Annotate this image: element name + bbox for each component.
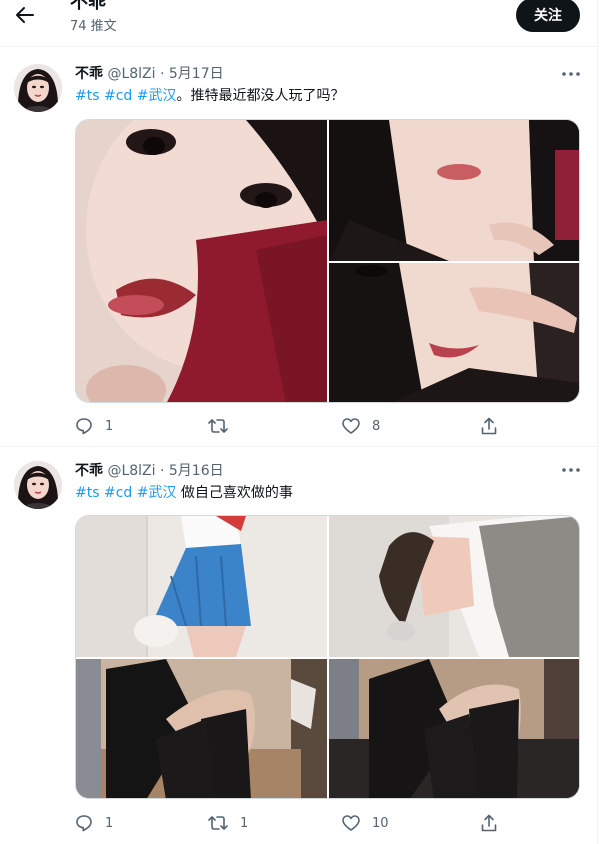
more-button[interactable] (560, 64, 582, 84)
hashtag-link[interactable]: #cd (104, 485, 132, 501)
meta-separator: · (159, 66, 165, 82)
retweet-button[interactable] (208, 416, 240, 436)
more-button[interactable] (560, 460, 582, 480)
tweet-photo[interactable] (329, 659, 579, 798)
heart-icon (342, 815, 360, 831)
share-icon (481, 814, 497, 832)
reply-icon (76, 815, 92, 832)
tweet-text: #ts #cd #武汉。推特最近都没人玩了吗？ (75, 86, 344, 106)
tweet-date[interactable]: 5月16日 (169, 463, 224, 479)
hashtag-link[interactable]: #武汉 (137, 88, 177, 104)
tweet-actions: 1 8 (75, 416, 580, 436)
share-button[interactable] (481, 416, 497, 436)
share-icon (481, 417, 497, 435)
retweet-icon (208, 816, 228, 830)
reply-count: 1 (105, 418, 114, 434)
tweet[interactable]: 不乖 @L8lZi · 5月16日 #ts #cd #武汉 做自己喜欢做的事 1… (0, 448, 597, 844)
reply-button[interactable]: 1 (75, 813, 113, 833)
tweet-photo[interactable] (76, 659, 327, 798)
user-handle[interactable]: @L8lZi (107, 66, 155, 82)
retweet-count: 1 (240, 815, 249, 831)
tweet-photo[interactable] (329, 516, 579, 657)
tweet-photo[interactable] (76, 516, 327, 657)
retweet-button[interactable]: 1 (208, 813, 248, 833)
tweet-body: 做自己喜欢做的事 (176, 485, 293, 501)
like-count: 10 (372, 815, 389, 831)
tweet-photo[interactable] (329, 263, 579, 402)
arrow-left-icon (16, 7, 34, 23)
user-name[interactable]: 不乖 (75, 66, 103, 82)
back-button[interactable] (12, 4, 38, 26)
avatar[interactable] (14, 64, 62, 112)
more-horizontal-icon (562, 468, 580, 472)
tweet-meta: 不乖 @L8lZi · 5月16日 (75, 461, 224, 481)
like-count: 8 (372, 418, 381, 434)
tweet-text: #ts #cd #武汉 做自己喜欢做的事 (75, 483, 293, 503)
avatar[interactable] (14, 461, 62, 509)
tweet-body: 。推特最近都没人玩了吗？ (176, 88, 345, 104)
hashtag-link[interactable]: #cd (104, 88, 132, 104)
tweet-photo[interactable] (76, 120, 327, 402)
user-name[interactable]: 不乖 (75, 463, 103, 479)
tweet-date[interactable]: 5月17日 (169, 66, 224, 82)
tweet-count: 74 推文 (70, 19, 117, 34)
more-horizontal-icon (562, 72, 580, 76)
share-button[interactable] (481, 813, 497, 833)
user-handle[interactable]: @L8lZi (107, 463, 155, 479)
heart-icon (342, 418, 360, 434)
hashtag-link[interactable]: #ts (75, 88, 100, 104)
follow-button[interactable]: 关注 (516, 0, 580, 32)
hashtag-link[interactable]: #武汉 (137, 485, 177, 501)
meta-separator: · (159, 463, 165, 479)
tweet-photo[interactable] (329, 120, 579, 261)
reply-count: 1 (105, 815, 114, 831)
hashtag-link[interactable]: #ts (75, 485, 100, 501)
reply-button[interactable]: 1 (75, 416, 113, 436)
retweet-icon (208, 419, 228, 433)
profile-header: 不乖 74 推文 关注 (0, 0, 597, 47)
tweet-actions: 1 1 10 (75, 813, 580, 833)
like-button[interactable]: 8 (342, 416, 380, 436)
reply-icon (76, 418, 92, 435)
media-grid (75, 515, 580, 799)
tweet-meta: 不乖 @L8lZi · 5月17日 (75, 64, 224, 84)
like-button[interactable]: 10 (342, 813, 389, 833)
timeline-border (597, 0, 598, 844)
media-grid (75, 119, 580, 403)
tweet[interactable]: 不乖 @L8lZi · 5月17日 #ts #cd #武汉。推特最近都没人玩了吗… (0, 48, 597, 447)
profile-name: 不乖 (70, 0, 106, 13)
